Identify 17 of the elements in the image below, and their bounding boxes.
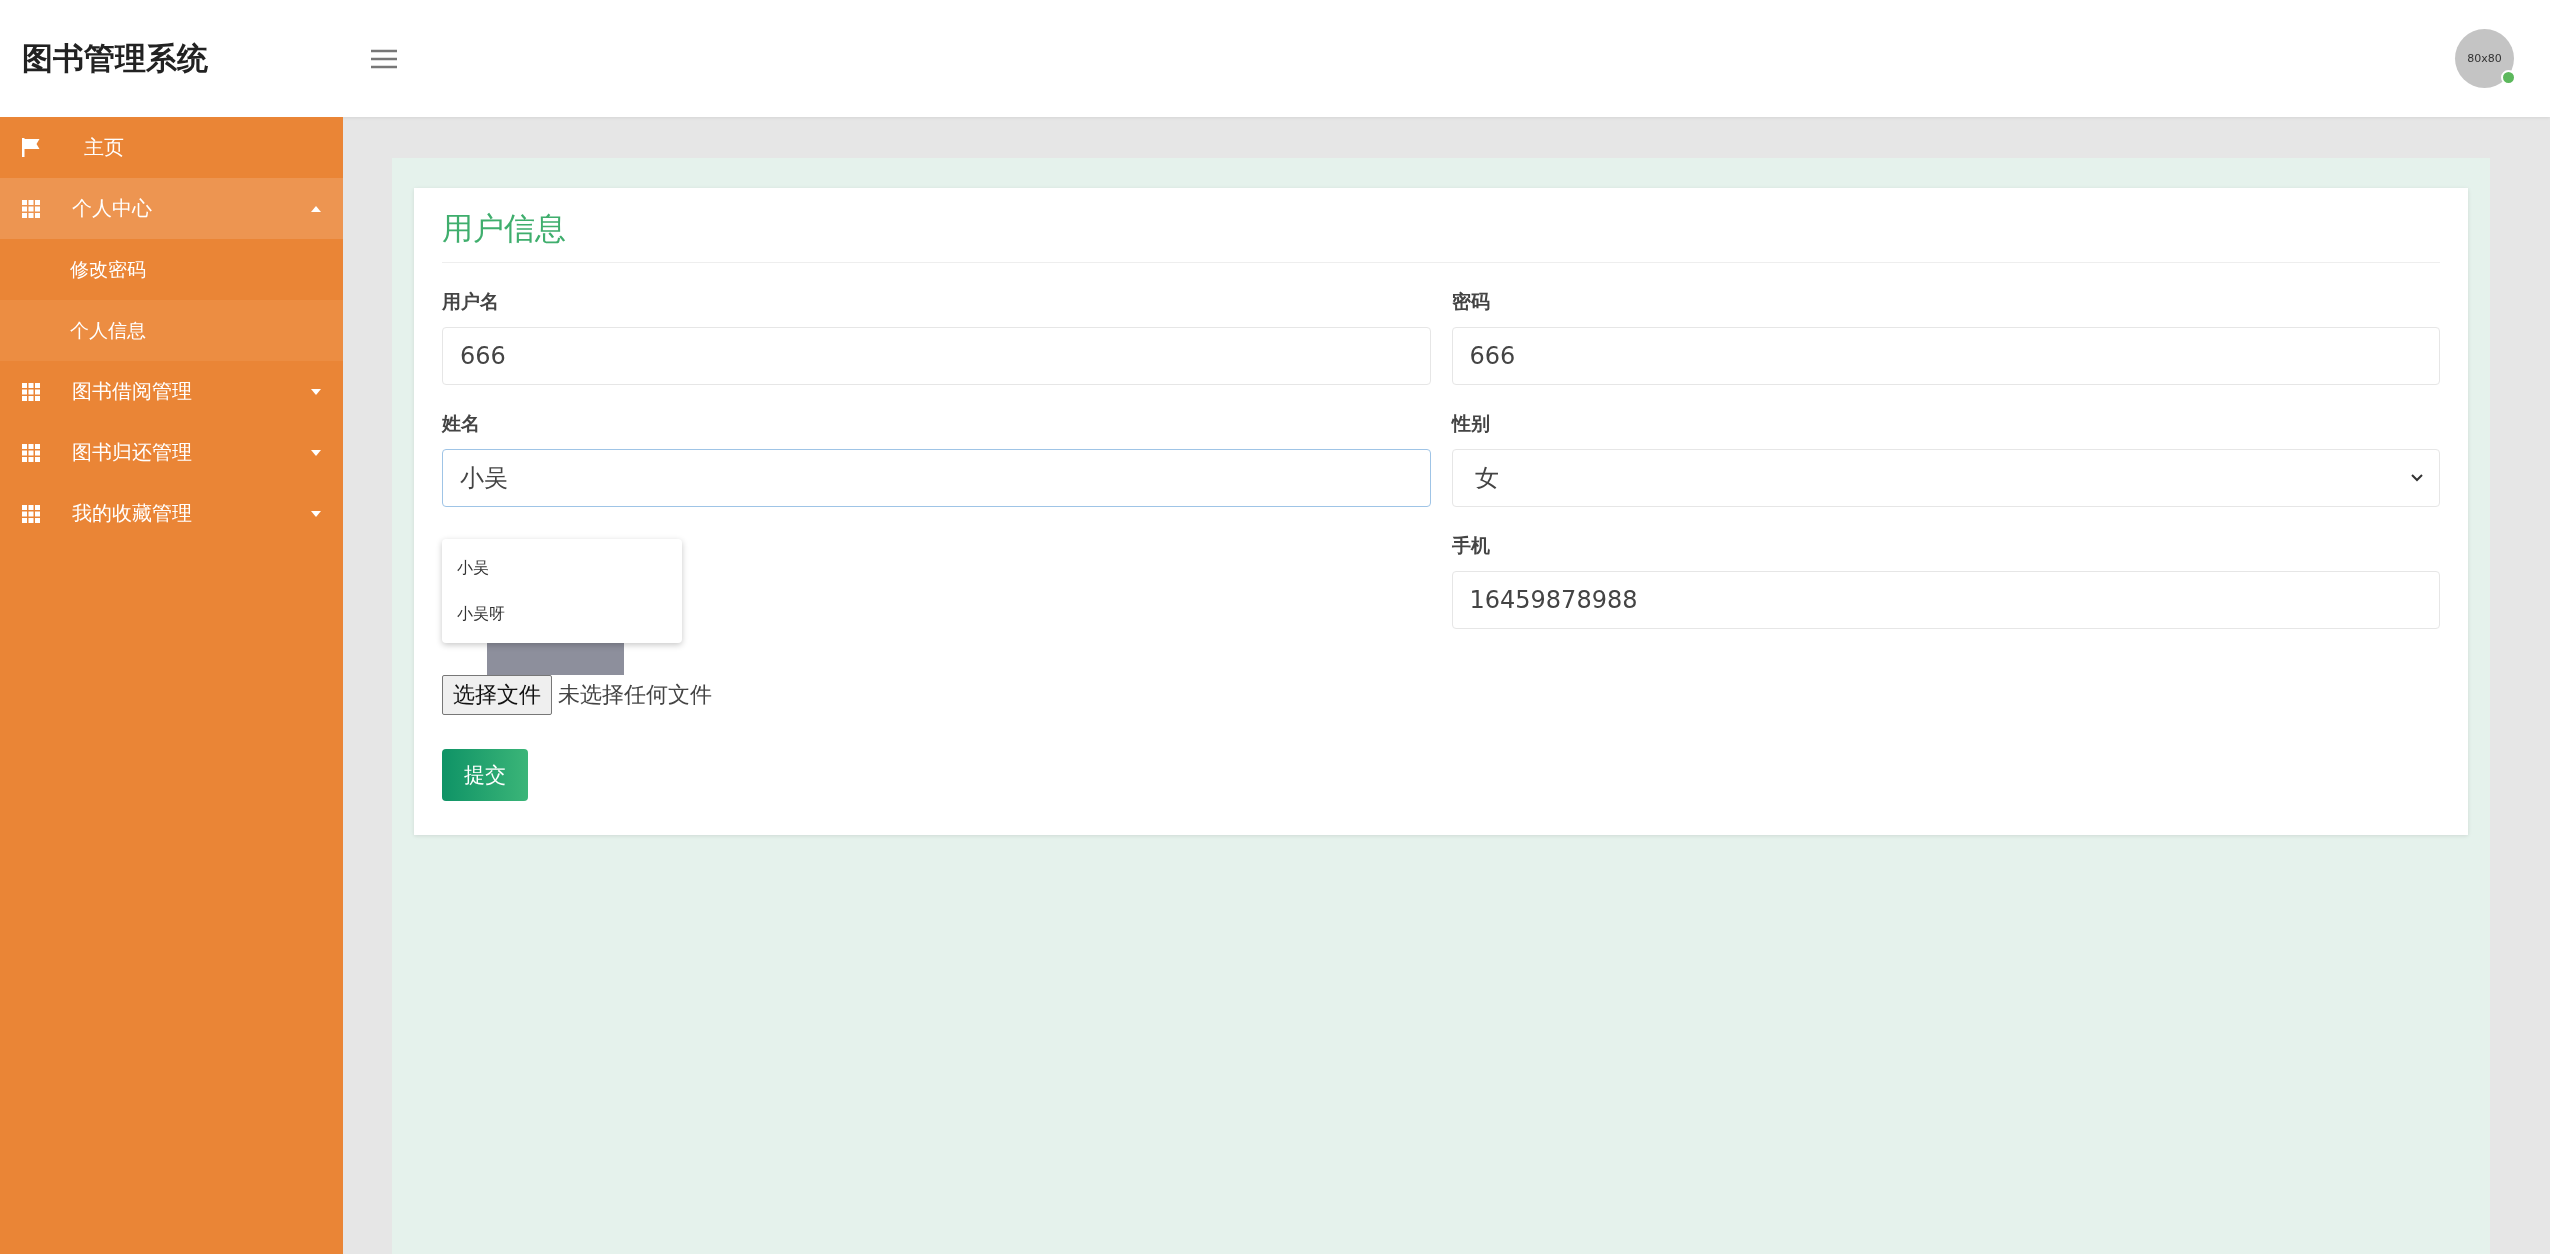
field-label: 姓名 — [442, 411, 481, 436]
field-label: 手机 — [1451, 533, 1491, 558]
form-title: 用户信息 — [442, 208, 2440, 263]
text-input[interactable]: 小吴 — [442, 449, 1431, 507]
text-input[interactable]: 16459878988 — [1451, 571, 2440, 629]
file-status: 未选择任何文件 — [558, 681, 712, 709]
avatar[interactable]: 80x80 — [2455, 29, 2514, 88]
text-input[interactable]: 666 — [1451, 327, 2440, 385]
choose-file-button[interactable]: 选择文件 — [442, 675, 552, 715]
field-label: 用户名 — [442, 289, 500, 314]
field-label: 性别 — [1451, 411, 1491, 436]
suggestion-item[interactable]: 小吴 — [442, 545, 682, 591]
field-label: 密码 — [1451, 289, 1491, 314]
suggestion-item[interactable]: 小吴呀 — [442, 591, 682, 637]
text-input[interactable]: 666 — [442, 327, 1431, 385]
select-field[interactable]: 女 — [1451, 449, 2440, 507]
app-title: 图书管理系统 — [21, 38, 209, 78]
